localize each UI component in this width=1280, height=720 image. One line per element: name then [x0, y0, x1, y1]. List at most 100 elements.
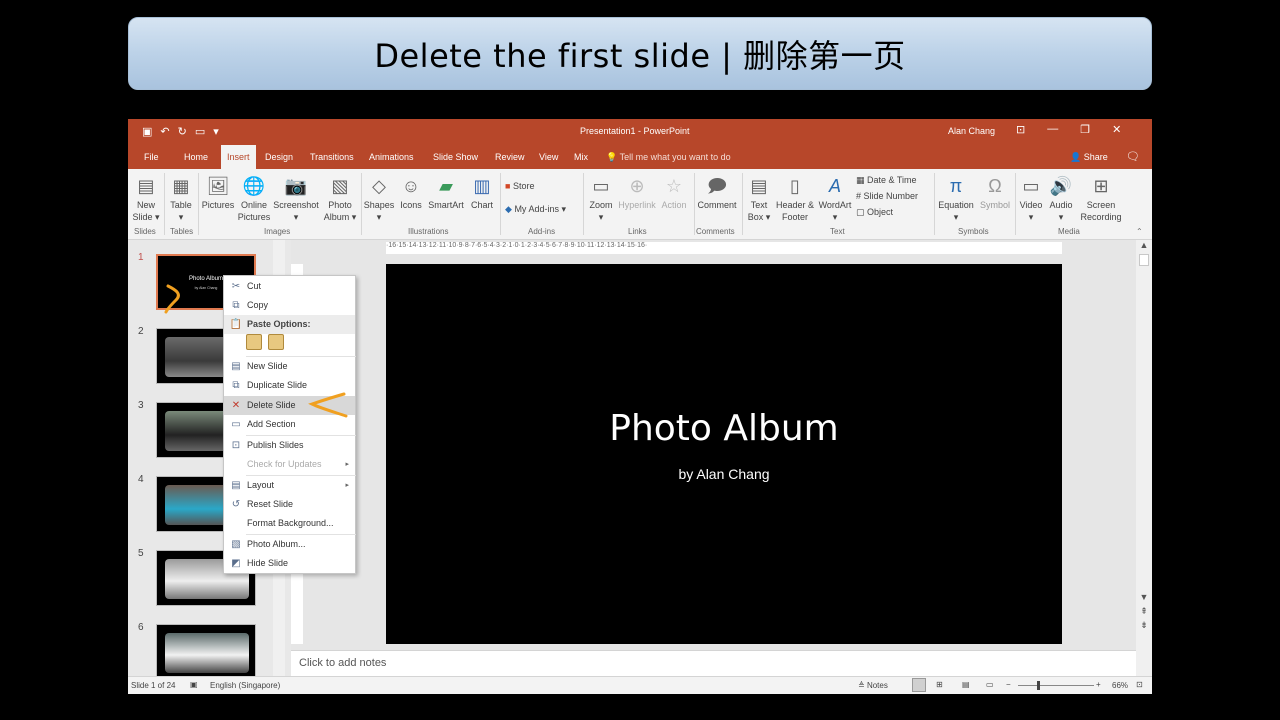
- menu-item-duplicate-slide[interactable]: ⧉ Duplicate Slide: [224, 376, 355, 395]
- picture-icon: 🖼: [206, 176, 230, 196]
- wordart-button[interactable]: A WordArt ▾: [816, 173, 854, 223]
- slide-subtitle[interactable]: by Alan Chang: [386, 466, 1062, 482]
- comments-icon[interactable]: 🗨: [1126, 150, 1140, 163]
- menu-item-copy[interactable]: ⧉ Copy: [224, 296, 355, 315]
- customize-icon[interactable]: ▾: [213, 125, 219, 138]
- zoom-slider[interactable]: [1018, 685, 1094, 686]
- menu-item-reset-slide[interactable]: ↺ Reset Slide: [224, 495, 355, 514]
- table-button[interactable]: ▦ Table ▾: [168, 173, 194, 223]
- next-slide-icon[interactable]: ⇟: [1136, 620, 1152, 631]
- tab-insert[interactable]: Insert: [221, 145, 256, 169]
- comment-button[interactable]: 🗩 Comment: [696, 173, 738, 211]
- reading-view-icon[interactable]: ▤: [962, 680, 970, 689]
- language-indicator[interactable]: English (Singapore): [210, 681, 280, 690]
- group-label-media: Media: [1058, 227, 1080, 236]
- menu-item-cut[interactable]: ✂ Cut: [224, 277, 355, 296]
- tab-design[interactable]: Design: [265, 152, 293, 162]
- save-icon[interactable]: ▣: [142, 125, 152, 138]
- zoom-in-icon[interactable]: +: [1096, 680, 1101, 689]
- ribbon-separator: [1015, 173, 1016, 235]
- group-label-comments: Comments: [696, 227, 735, 236]
- slide-number-button[interactable]: # Slide Number: [856, 191, 918, 201]
- tab-slide-show[interactable]: Slide Show: [433, 152, 478, 162]
- tab-view[interactable]: View: [539, 152, 558, 162]
- screenshot-button[interactable]: 📷 Screenshot ▾: [272, 173, 320, 223]
- scroll-up-icon[interactable]: ▲: [1136, 240, 1152, 250]
- slide-title[interactable]: Photo Album: [386, 408, 1062, 449]
- redo-icon[interactable]: ↻: [178, 125, 187, 138]
- collapse-ribbon-icon[interactable]: ⌃: [1136, 227, 1143, 236]
- menu-item-format-background[interactable]: Format Background...: [224, 514, 355, 533]
- menu-item-add-section[interactable]: ▭ Add Section: [224, 415, 355, 434]
- ribbon: ▤ New Slide ▾ Slides ▦ Table ▾ Tables 🖼 …: [128, 169, 1152, 240]
- menu-item-publish-slides[interactable]: ⊡ Publish Slides: [224, 436, 355, 455]
- camera-icon: 📷: [284, 176, 308, 196]
- paste-picture-icon[interactable]: [268, 334, 284, 350]
- chart-button[interactable]: ▥ Chart: [468, 173, 496, 211]
- tab-file[interactable]: File: [144, 152, 159, 162]
- pictures-button[interactable]: 🖼 Pictures: [201, 173, 235, 211]
- date-time-button[interactable]: ▦ Date & Time: [856, 175, 917, 186]
- slide-thumbnail-6[interactable]: [156, 624, 256, 680]
- notes-toggle[interactable]: ≜ Notes: [858, 681, 888, 690]
- smartart-button[interactable]: ▰ SmartArt: [426, 173, 466, 211]
- slide-sorter-icon[interactable]: ⊞: [936, 680, 943, 689]
- hide-slide-icon: ◩: [231, 558, 241, 569]
- current-slide[interactable]: Photo Album by Alan Chang: [386, 264, 1062, 644]
- tab-mix[interactable]: Mix: [574, 152, 588, 162]
- online-pictures-button[interactable]: 🌐 Online Pictures: [236, 173, 272, 223]
- store-button[interactable]: ■ Store: [505, 181, 534, 191]
- menu-item-layout[interactable]: ▤ Layout ▸: [224, 476, 355, 495]
- present-icon[interactable]: ▭: [195, 125, 205, 138]
- undo-icon[interactable]: ↶: [160, 125, 169, 138]
- photo-album-button[interactable]: ▧ Photo Album ▾: [322, 173, 358, 223]
- header-footer-button[interactable]: ▯ Header & Footer: [775, 173, 815, 223]
- tab-home[interactable]: Home: [184, 152, 208, 162]
- hyperlink-button[interactable]: ⊕ Hyperlink: [617, 173, 657, 211]
- equation-button[interactable]: π Equation ▾: [936, 173, 976, 223]
- scroll-thumb[interactable]: [1139, 254, 1149, 266]
- normal-view-icon[interactable]: [912, 678, 926, 692]
- reset-icon: ↺: [231, 499, 241, 510]
- menu-item-delete-slide[interactable]: ✕ Delete Slide: [224, 396, 355, 415]
- icons-button[interactable]: ☺ Icons: [397, 173, 425, 211]
- zoom-button[interactable]: ▭ Zoom ▾: [586, 173, 616, 223]
- object-button[interactable]: ▢ Object: [856, 207, 893, 218]
- video-button[interactable]: ▭ Video ▾: [1017, 173, 1045, 223]
- editor-scrollbar[interactable]: ▲ ▼ ⇞ ⇟: [1136, 240, 1152, 676]
- spellcheck-icon[interactable]: ▣: [190, 680, 198, 689]
- screen-recording-button[interactable]: ⊞ Screen Recording: [1078, 173, 1124, 223]
- notes-pane[interactable]: Click to add notes: [291, 650, 1136, 676]
- zoom-slider-thumb[interactable]: [1037, 681, 1040, 690]
- tab-transitions[interactable]: Transitions: [310, 152, 354, 162]
- symbol-button[interactable]: Ω Symbol: [977, 173, 1013, 211]
- scroll-down-icon[interactable]: ▼: [1136, 592, 1152, 602]
- menu-item-photo-album[interactable]: ▧ Photo Album...: [224, 535, 355, 554]
- ribbon-separator: [583, 173, 584, 235]
- fit-to-window-icon[interactable]: ⊡: [1136, 680, 1143, 689]
- shapes-button[interactable]: ◇ Shapes ▾: [363, 173, 395, 223]
- minimize-icon[interactable]: —: [1047, 123, 1058, 136]
- restore-icon[interactable]: ❐: [1080, 123, 1090, 136]
- action-button[interactable]: ☆ Action: [658, 173, 690, 211]
- menu-item-new-slide[interactable]: ▤ New Slide: [224, 357, 355, 376]
- zoom-level[interactable]: 66%: [1112, 681, 1128, 690]
- paste-keep-source-icon[interactable]: [246, 334, 262, 350]
- previous-slide-icon[interactable]: ⇞: [1136, 606, 1152, 617]
- tab-animations[interactable]: Animations: [369, 152, 414, 162]
- new-slide-button[interactable]: ▤ New Slide ▾: [132, 173, 160, 223]
- tell-me-search[interactable]: 💡 Tell me what you want to do: [606, 152, 731, 163]
- audio-button[interactable]: 🔊 Audio ▾: [1046, 173, 1076, 223]
- user-name[interactable]: Alan Chang: [948, 126, 995, 136]
- tab-review[interactable]: Review: [495, 152, 525, 162]
- zoom-out-icon[interactable]: −: [1006, 680, 1011, 689]
- share-button[interactable]: 👤 Share: [1070, 152, 1108, 163]
- icons-icon: ☺: [401, 176, 421, 196]
- close-icon[interactable]: ✕: [1112, 123, 1121, 136]
- menu-item-hide-slide[interactable]: ◩ Hide Slide: [224, 554, 355, 573]
- my-addins-button[interactable]: ◆ My Add-ins ▾: [505, 204, 566, 215]
- slideshow-icon[interactable]: ▭: [986, 680, 994, 689]
- ribbon-display-icon[interactable]: ⊡: [1016, 123, 1025, 136]
- paste-options-icons: [246, 334, 284, 350]
- text-box-button[interactable]: ▤ Text Box ▾: [744, 173, 774, 223]
